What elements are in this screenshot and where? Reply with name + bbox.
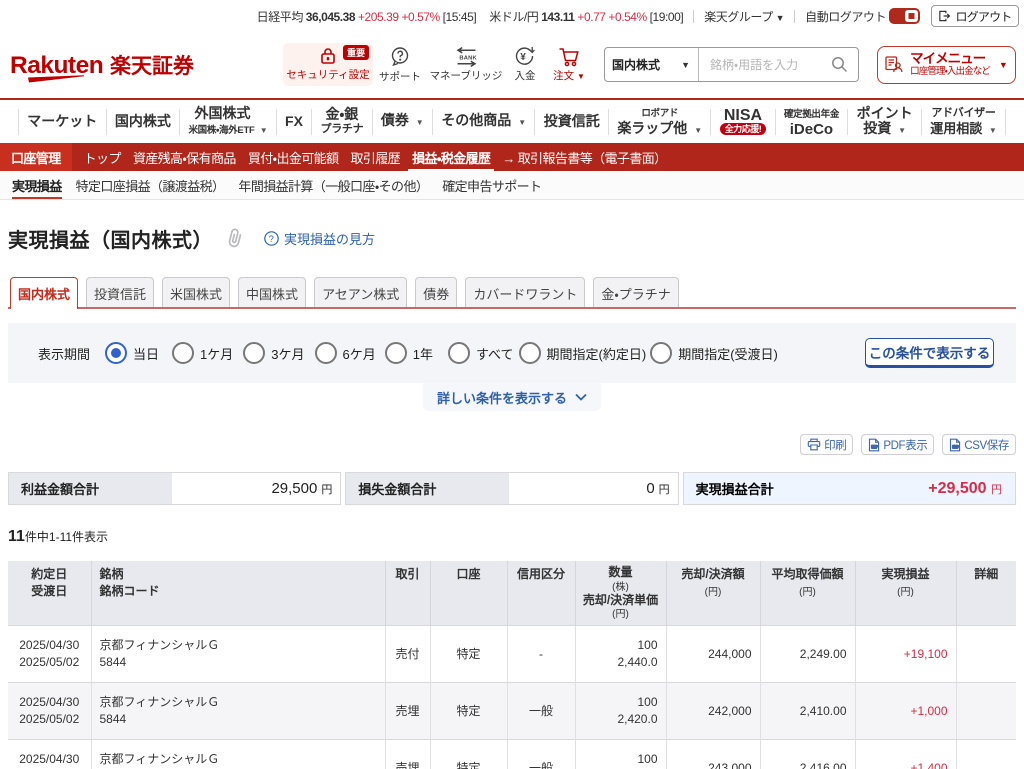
svg-text:CSV: CSV [953, 445, 960, 449]
svg-text:Rakuten: Rakuten [10, 52, 103, 79]
svg-text:?: ? [269, 233, 274, 244]
svg-text:PDF: PDF [872, 445, 879, 449]
svg-text:¥: ¥ [520, 52, 526, 63]
svg-text:楽天証券: 楽天証券 [110, 54, 195, 78]
svg-text:BANK: BANK [459, 55, 477, 61]
